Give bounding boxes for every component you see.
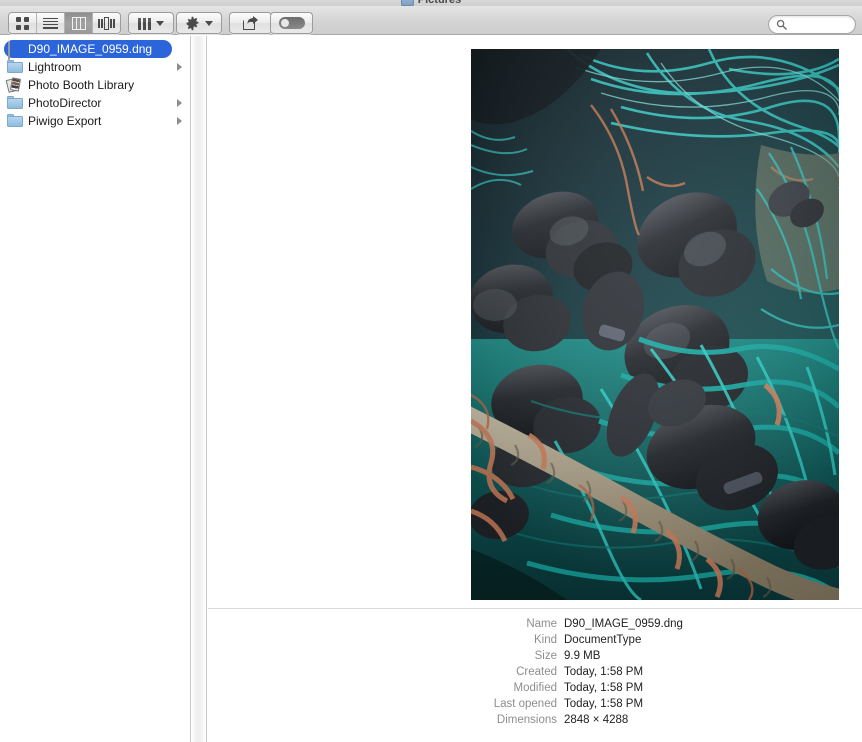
tag-toggle-icon xyxy=(278,17,305,29)
folder-icon xyxy=(400,0,414,6)
chevron-right-icon[interactable] xyxy=(177,99,182,107)
chevron-down-icon xyxy=(205,20,213,26)
metadata-value: 9.9 MB xyxy=(564,650,601,662)
toolbar xyxy=(0,5,862,35)
finder-window: Pictures D90_IMAGE_0959.dng Lightroom Ph… xyxy=(0,0,862,742)
search-field[interactable] xyxy=(768,15,856,34)
metadata-label: Modified xyxy=(513,682,557,694)
metadata-label: Kind xyxy=(533,634,557,646)
column-divider[interactable] xyxy=(190,36,207,742)
folder-icon xyxy=(7,59,23,75)
metadata-value: Today, 1:58 PM xyxy=(564,698,644,710)
sidebar-item-label: D90_IMAGE_0959.dng xyxy=(28,42,153,56)
sidebar-item-photodirector[interactable]: PhotoDirector xyxy=(0,94,190,112)
document-icon xyxy=(7,40,23,60)
sidebar-column: D90_IMAGE_0959.dng Lightroom Photo Booth… xyxy=(0,36,190,742)
metadata-value: Today, 1:58 PM xyxy=(564,666,644,678)
sidebar-item-d90-image-0959-dng[interactable]: D90_IMAGE_0959.dng xyxy=(0,40,190,60)
share-icon xyxy=(243,16,258,30)
arrange-button[interactable] xyxy=(128,12,174,34)
column-view-button[interactable] xyxy=(65,13,93,33)
metadata-row-dimensions: Dimensions 2848 × 4288 xyxy=(208,712,862,728)
coverflow-icon xyxy=(98,16,115,30)
folder-icon xyxy=(7,95,23,111)
sidebar-item-label: Piwigo Export xyxy=(28,114,102,128)
sidebar-item-photo-booth-library[interactable]: Photo Booth Library xyxy=(0,76,190,94)
metadata-label: Size xyxy=(534,650,557,662)
list-view-button[interactable] xyxy=(37,13,65,33)
window-title: Pictures xyxy=(417,0,462,6)
columns-icon xyxy=(71,16,86,30)
tags-button[interactable] xyxy=(270,12,313,34)
list-lines-icon xyxy=(43,17,58,29)
metadata-row-name: Name D90_IMAGE_0959.dng xyxy=(208,616,862,632)
icon-view-button[interactable] xyxy=(9,13,37,33)
grid-dots-icon xyxy=(16,16,29,30)
sidebar-item-label: Lightroom xyxy=(28,60,82,74)
gear-icon xyxy=(186,16,199,30)
metadata-row-modified: Modified Today, 1:58 PM xyxy=(208,680,862,696)
metadata-table: Name D90_IMAGE_0959.dng Kind DocumentTyp… xyxy=(208,616,862,728)
chevron-right-icon[interactable] xyxy=(177,117,182,125)
sidebar-item-label: Photo Booth Library xyxy=(28,78,135,92)
metadata-label: Last opened xyxy=(493,698,557,710)
folder-icon xyxy=(7,113,23,129)
metadata-label: Name xyxy=(526,618,557,630)
metadata-row-last-opened: Last opened Today, 1:58 PM xyxy=(208,696,862,712)
share-button[interactable] xyxy=(229,12,272,34)
coverflow-view-button[interactable] xyxy=(93,13,120,33)
metadata-label: Created xyxy=(516,666,557,678)
sidebar-item-piwigo-export[interactable]: Piwigo Export xyxy=(0,112,190,130)
chevron-down-icon xyxy=(156,20,164,26)
photobooth-icon xyxy=(5,76,23,93)
preview-image xyxy=(471,49,839,600)
metadata-value: 2848 × 4288 xyxy=(564,714,629,726)
metadata-row-size: Size 9.9 MB xyxy=(208,648,862,664)
action-button[interactable] xyxy=(176,12,222,34)
sidebar-item-lightroom[interactable]: Lightroom xyxy=(0,58,190,76)
window-titlebar: Pictures xyxy=(0,0,862,6)
metadata-value: DocumentType xyxy=(564,634,642,646)
sidebar-item-label: PhotoDirector xyxy=(28,96,102,110)
arrange-grid-icon xyxy=(138,17,151,31)
metadata-separator xyxy=(208,608,862,609)
chevron-right-icon[interactable] xyxy=(177,63,182,71)
metadata-value: Today, 1:58 PM xyxy=(564,682,644,694)
metadata-row-kind: Kind DocumentType xyxy=(208,632,862,648)
view-mode-segmented-control[interactable] xyxy=(8,12,121,34)
metadata-row-created: Created Today, 1:58 PM xyxy=(208,664,862,680)
search-input[interactable] xyxy=(791,18,851,31)
preview-pane: Name D90_IMAGE_0959.dng Kind DocumentTyp… xyxy=(208,36,862,742)
search-icon xyxy=(776,19,787,30)
metadata-label: Dimensions xyxy=(496,714,557,726)
metadata-value: D90_IMAGE_0959.dng xyxy=(564,618,683,630)
